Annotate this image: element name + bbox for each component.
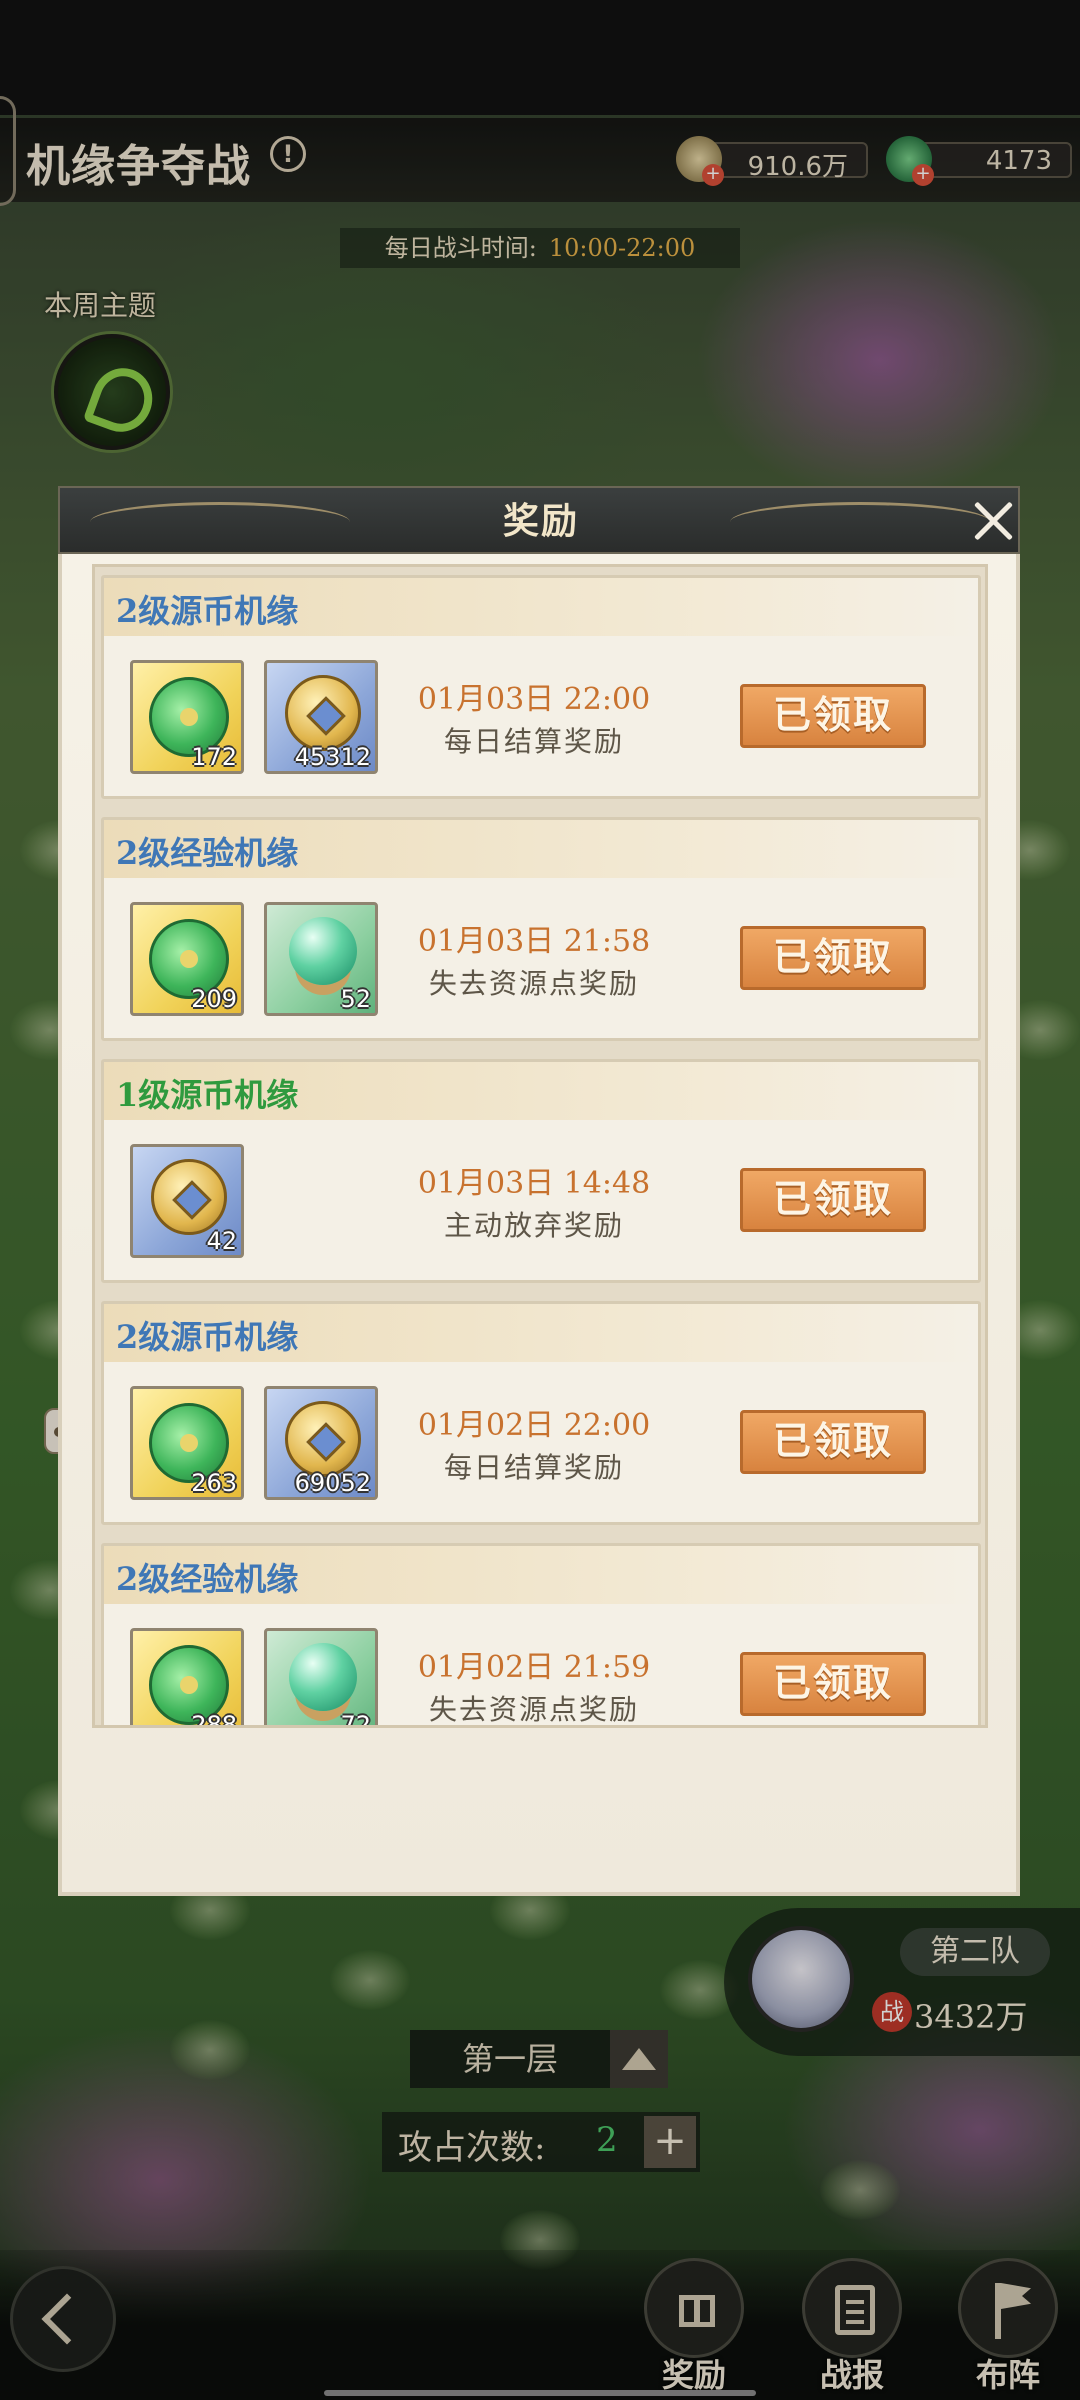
close-icon[interactable] — [964, 492, 1022, 550]
exp-orb-icon — [289, 1643, 357, 1711]
claimed-button[interactable]: 已领取 — [740, 684, 926, 748]
item-quantity: 42 — [206, 1227, 237, 1255]
reward-item-coin[interactable]: 42 — [130, 1144, 244, 1258]
reward-item-orb[interactable]: 52 — [264, 902, 378, 1016]
record-time: 01月03日 21:58 — [417, 924, 651, 959]
record-time: 01月02日 21:59 — [417, 1650, 651, 1685]
reward-item-orb[interactable]: 72 — [264, 1628, 378, 1728]
record-time: 01月03日 14:48 — [417, 1166, 651, 1201]
record-description: 失去资源点奖励 — [428, 1693, 639, 1726]
item-quantity: 69052 — [294, 1469, 371, 1497]
reward-item-jade[interactable]: 209 — [130, 902, 244, 1016]
modal-body: 2级源币机缘 172 45312 01月03日 22:00 每日结算奖励 已领取… — [58, 554, 1020, 1896]
record-title: 2级经验机缘 — [116, 1560, 299, 1598]
record-description: 失去资源点奖励 — [428, 967, 639, 1000]
item-quantity: 52 — [340, 985, 371, 1013]
record-title: 2级经验机缘 — [116, 834, 299, 872]
record-header: 2级源币机缘 — [104, 1304, 978, 1362]
record-header: 2级经验机缘 — [104, 1546, 978, 1604]
reward-item-jade[interactable]: 263 — [130, 1386, 244, 1500]
claimed-button[interactable]: 已领取 — [740, 1168, 926, 1232]
record-description: 主动放弃奖励 — [443, 1209, 624, 1242]
reward-item-coin[interactable]: 69052 — [264, 1386, 378, 1500]
record-header: 2级源币机缘 — [104, 578, 978, 636]
claimed-button[interactable]: 已领取 — [740, 926, 926, 990]
reward-item-jade[interactable]: 172 — [130, 660, 244, 774]
claimed-button[interactable]: 已领取 — [740, 1410, 926, 1474]
record-title: 2级源币机缘 — [116, 592, 299, 630]
item-quantity: 209 — [191, 985, 237, 1013]
modal-header: 奖励 — [58, 486, 1020, 554]
coin-icon — [285, 1401, 361, 1477]
reward-record-list[interactable]: 2级源币机缘 172 45312 01月03日 22:00 每日结算奖励 已领取… — [92, 564, 988, 1728]
reward-item-coin[interactable]: 45312 — [264, 660, 378, 774]
item-quantity: 172 — [191, 743, 237, 771]
record-header: 2级经验机缘 — [104, 820, 978, 878]
coin-icon — [285, 675, 361, 751]
item-quantity: 72 — [340, 1711, 371, 1728]
record-time: 01月02日 22:00 — [417, 1408, 651, 1443]
reward-modal: 奖励 2级源币机缘 172 45312 01月03日 22:00 每日结算奖励 … — [58, 486, 1020, 1896]
coin-icon — [151, 1159, 227, 1235]
reward-record: 2级源币机缘 172 45312 01月03日 22:00 每日结算奖励 已领取 — [101, 575, 981, 799]
reward-record: 2级经验机缘 288 72 01月02日 21:59 失去资源点奖励 已领取 — [101, 1543, 981, 1728]
record-time: 01月03日 22:00 — [417, 682, 651, 717]
record-description: 每日结算奖励 — [443, 1451, 624, 1484]
reward-record: 2级源币机缘 263 69052 01月02日 22:00 每日结算奖励 已领取 — [101, 1301, 981, 1525]
claimed-button[interactable]: 已领取 — [740, 1652, 926, 1716]
reward-record: 2级经验机缘 209 52 01月03日 21:58 失去资源点奖励 已领取 — [101, 817, 981, 1041]
item-quantity: 45312 — [294, 743, 371, 771]
reward-record: 1级源币机缘 42 01月03日 14:48 主动放弃奖励 已领取 — [101, 1059, 981, 1283]
record-description: 每日结算奖励 — [443, 725, 624, 758]
modal-title: 奖励 — [502, 500, 579, 542]
record-title: 2级源币机缘 — [116, 1318, 299, 1356]
item-quantity: 288 — [191, 1711, 237, 1728]
record-title: 1级源币机缘 — [116, 1076, 299, 1114]
record-header: 1级源币机缘 — [104, 1062, 978, 1120]
exp-orb-icon — [289, 917, 357, 985]
reward-item-jade[interactable]: 288 — [130, 1628, 244, 1728]
item-quantity: 263 — [191, 1469, 237, 1497]
